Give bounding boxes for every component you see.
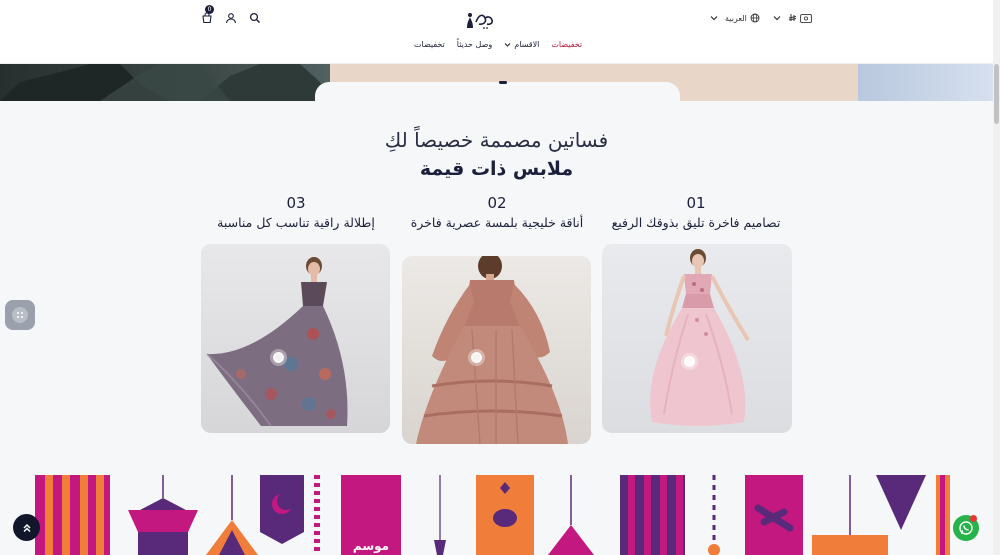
nav-item-new-arrivals[interactable]: وصل حديثاً bbox=[457, 40, 492, 49]
dots-icon bbox=[17, 312, 23, 318]
globe-icon bbox=[750, 13, 760, 23]
currency-icon bbox=[800, 13, 812, 23]
dress-card-pink[interactable] bbox=[602, 244, 792, 433]
site-logo[interactable] bbox=[459, 8, 499, 32]
section-subtitle: ملابس ذات قيمة bbox=[419, 158, 574, 180]
header-actions: 0 bbox=[200, 5, 262, 25]
hero-tab-overlay bbox=[315, 82, 680, 106]
notification-badge bbox=[970, 515, 977, 522]
quick-view-dot[interactable] bbox=[471, 352, 482, 363]
page-scrollbar[interactable] bbox=[993, 0, 1000, 555]
search-icon bbox=[249, 12, 260, 23]
cart-button[interactable]: 0 bbox=[200, 5, 214, 25]
site-header: 0 العربية تخفيضات الاقسام وصل حديثاً تخف… bbox=[0, 0, 993, 64]
banner-graphic: موسم bbox=[35, 475, 950, 555]
feature-number: 01 bbox=[686, 194, 706, 212]
chevron-down-icon[interactable] bbox=[772, 14, 782, 22]
scroll-to-top-button[interactable] bbox=[13, 514, 40, 541]
feature-text: تصاميم فاخرة تليق بذوقك الرفيع bbox=[611, 215, 781, 230]
chevron-down-icon[interactable] bbox=[709, 14, 719, 22]
hero-image-right bbox=[858, 64, 993, 101]
language-selector[interactable]: العربية bbox=[725, 13, 760, 23]
grid-icon bbox=[12, 307, 28, 323]
chevron-down-icon bbox=[504, 42, 511, 47]
whatsapp-icon bbox=[959, 521, 973, 535]
dress-card-floral[interactable] bbox=[201, 244, 390, 433]
ramadan-promo-banner[interactable]: موسم bbox=[0, 470, 993, 555]
carousel-indicator[interactable] bbox=[499, 81, 507, 84]
section-title: فساتين مصممة خصيصاً لكِ bbox=[384, 128, 609, 152]
nav-item-categories-label: الاقسام bbox=[514, 40, 540, 49]
dress-image bbox=[416, 256, 568, 444]
banner-text: موسم bbox=[353, 539, 389, 554]
nav-item-categories[interactable]: الاقسام bbox=[504, 40, 539, 49]
feature-text: أناقة خليجية بلمسة عصرية فاخرة bbox=[410, 215, 584, 230]
logo-icon bbox=[467, 13, 493, 29]
dress-card-blush[interactable] bbox=[402, 256, 591, 444]
cart-icon bbox=[202, 12, 212, 24]
search-button[interactable] bbox=[248, 11, 262, 25]
cart-count-badge: 0 bbox=[205, 5, 214, 14]
dress-image bbox=[650, 249, 750, 426]
feature-2: 02 أناقة خليجية بلمسة عصرية فاخرة bbox=[397, 194, 597, 230]
hero-dress-left bbox=[0, 64, 330, 101]
nav-item-offers[interactable]: تخفيضات bbox=[414, 40, 445, 49]
double-chevron-up-icon bbox=[22, 523, 31, 532]
feature-1: 01 تصاميم فاخرة تليق بذوقك الرفيع bbox=[596, 194, 796, 230]
account-button[interactable] bbox=[224, 11, 238, 25]
feature-number: 02 bbox=[487, 194, 507, 212]
header-settings: العربية bbox=[709, 13, 812, 23]
dress-image bbox=[206, 257, 348, 427]
nav-item-sale[interactable]: تخفيضات bbox=[551, 40, 582, 49]
quick-view-dot[interactable] bbox=[273, 352, 284, 363]
feature-number: 03 bbox=[286, 194, 306, 212]
riyal-icon bbox=[788, 14, 796, 21]
language-label: العربية bbox=[725, 13, 747, 23]
feature-3: 03 إطلالة راقية تناسب كل مناسبة bbox=[196, 194, 396, 230]
side-menu-widget[interactable] bbox=[5, 300, 35, 330]
main-nav: تخفيضات الاقسام وصل حديثاً تخفيضات bbox=[414, 40, 582, 49]
scrollbar-thumb[interactable] bbox=[994, 64, 999, 124]
user-icon bbox=[225, 13, 237, 24]
feature-text: إطلالة راقية تناسب كل مناسبة bbox=[217, 215, 375, 230]
quick-view-dot[interactable] bbox=[684, 356, 695, 367]
currency-selector[interactable] bbox=[788, 13, 812, 23]
